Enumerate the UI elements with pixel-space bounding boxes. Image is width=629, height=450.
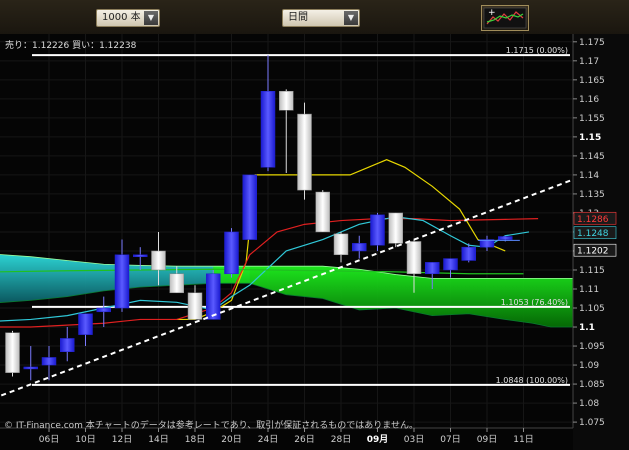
candle-bear <box>5 332 20 373</box>
y-tick-label: 1.11 <box>579 285 599 295</box>
price-tag-label: 1.1286 <box>577 215 609 225</box>
svg-text:+: + <box>488 8 496 18</box>
x-tick-label: 11日 <box>513 434 533 445</box>
fib-label: 1.0848 (100.00%) <box>496 376 568 385</box>
candle-bull <box>78 313 93 335</box>
period-select[interactable]: 日間 ▼ <box>282 9 360 27</box>
chevron-down-icon: ▼ <box>344 11 358 25</box>
x-tick-label: 10日 <box>75 434 95 445</box>
x-tick-label: 18日 <box>185 434 205 445</box>
x-tick-label: 14日 <box>148 434 168 445</box>
candle-bull <box>41 357 57 366</box>
y-tick-label: 1.17 <box>579 57 599 67</box>
candlestick-chart: 1.1715 (0.00%) 1.1053 (76.40%) 1.0848 (100… <box>0 34 629 450</box>
candle-bull <box>425 262 440 275</box>
cloud-green <box>213 266 606 328</box>
y-tick-label: 1.15 <box>579 133 601 143</box>
bars-count-value: 1000 本 <box>102 12 141 23</box>
candle-bear <box>388 212 403 244</box>
top-toolbar: 1000 本 ▼ 日間 ▼ + <box>0 0 629 34</box>
chart-settings-button[interactable]: + <box>481 5 529 31</box>
candle-bull <box>461 246 476 261</box>
x-tick-label: 24日 <box>258 434 278 445</box>
y-tick-label: 1.105 <box>579 304 605 314</box>
candle-bear <box>333 233 349 256</box>
chevron-down-icon: ▼ <box>144 11 158 25</box>
candle-bear <box>297 113 312 191</box>
y-tick-label: 1.075 <box>579 418 605 428</box>
y-tick-label: 1.095 <box>579 342 605 352</box>
y-tick-label: 1.16 <box>579 95 599 105</box>
x-tick-label: 28日 <box>331 434 351 445</box>
candle-bull <box>370 214 385 246</box>
price-tag-label: 1.1202 <box>577 247 609 257</box>
y-tick-label: 1.08 <box>579 399 599 409</box>
copyright-notice: © IT-Finance.com 本チャートのデータは参考レートであり、取引が保… <box>4 421 419 431</box>
y-tick-label: 1.145 <box>579 152 605 162</box>
x-tick-label: 09日 <box>477 434 497 445</box>
candle-bear <box>315 191 330 233</box>
chart-area[interactable]: 1.1715 (0.00%) 1.1053 (76.40%) 1.0848 (100… <box>0 34 629 450</box>
y-tick-label: 1.14 <box>579 171 599 181</box>
y-tick-label: 1.115 <box>579 266 605 276</box>
x-tick-label: 06日 <box>39 434 59 445</box>
y-tick-label: 1.155 <box>579 114 605 124</box>
candle-bull <box>443 258 458 271</box>
candle-bull <box>23 366 38 370</box>
x-tick-label: 12日 <box>112 434 132 445</box>
fib-label: 1.1053 (76.40%) <box>501 298 568 307</box>
bars-count-select[interactable]: 1000 本 ▼ <box>96 9 160 27</box>
candle-bull <box>60 338 75 352</box>
y-tick-label: 1.1 <box>579 323 595 333</box>
candle-bull <box>242 174 257 240</box>
y-tick-label: 1.175 <box>579 38 605 48</box>
candle-bull <box>133 254 148 258</box>
y-tick-label: 1.085 <box>579 380 605 390</box>
candle-bear <box>406 241 422 275</box>
y-tick-label: 1.135 <box>579 190 605 200</box>
x-tick-label: 03日 <box>404 434 424 445</box>
x-tick-label: 07日 <box>440 434 460 445</box>
candle-bull <box>260 90 276 168</box>
price-tag-label: 1.1248 <box>577 229 609 239</box>
x-tick-label: 09月 <box>367 434 389 445</box>
x-tick-label: 20日 <box>221 434 241 445</box>
candle-bear <box>169 273 184 294</box>
y-tick-label: 1.09 <box>579 361 599 371</box>
candle-bear <box>151 250 166 271</box>
y-tick-label: 1.165 <box>579 76 605 86</box>
candle-bear <box>279 90 294 111</box>
price-info: 売り：1.12226 買い：1.12238 <box>5 41 137 51</box>
candle-bull <box>498 236 513 240</box>
candle-bull <box>96 307 111 313</box>
candle-bull <box>114 254 130 309</box>
chart-settings-icon: + <box>483 7 527 29</box>
fib-label: 1.1715 (0.00%) <box>506 46 568 55</box>
candle-bull <box>352 243 367 252</box>
period-value: 日間 <box>288 12 308 23</box>
x-tick-label: 26日 <box>294 434 314 445</box>
candle-bull <box>206 273 221 320</box>
candle-bull <box>224 231 239 275</box>
candle-bear <box>187 292 203 320</box>
